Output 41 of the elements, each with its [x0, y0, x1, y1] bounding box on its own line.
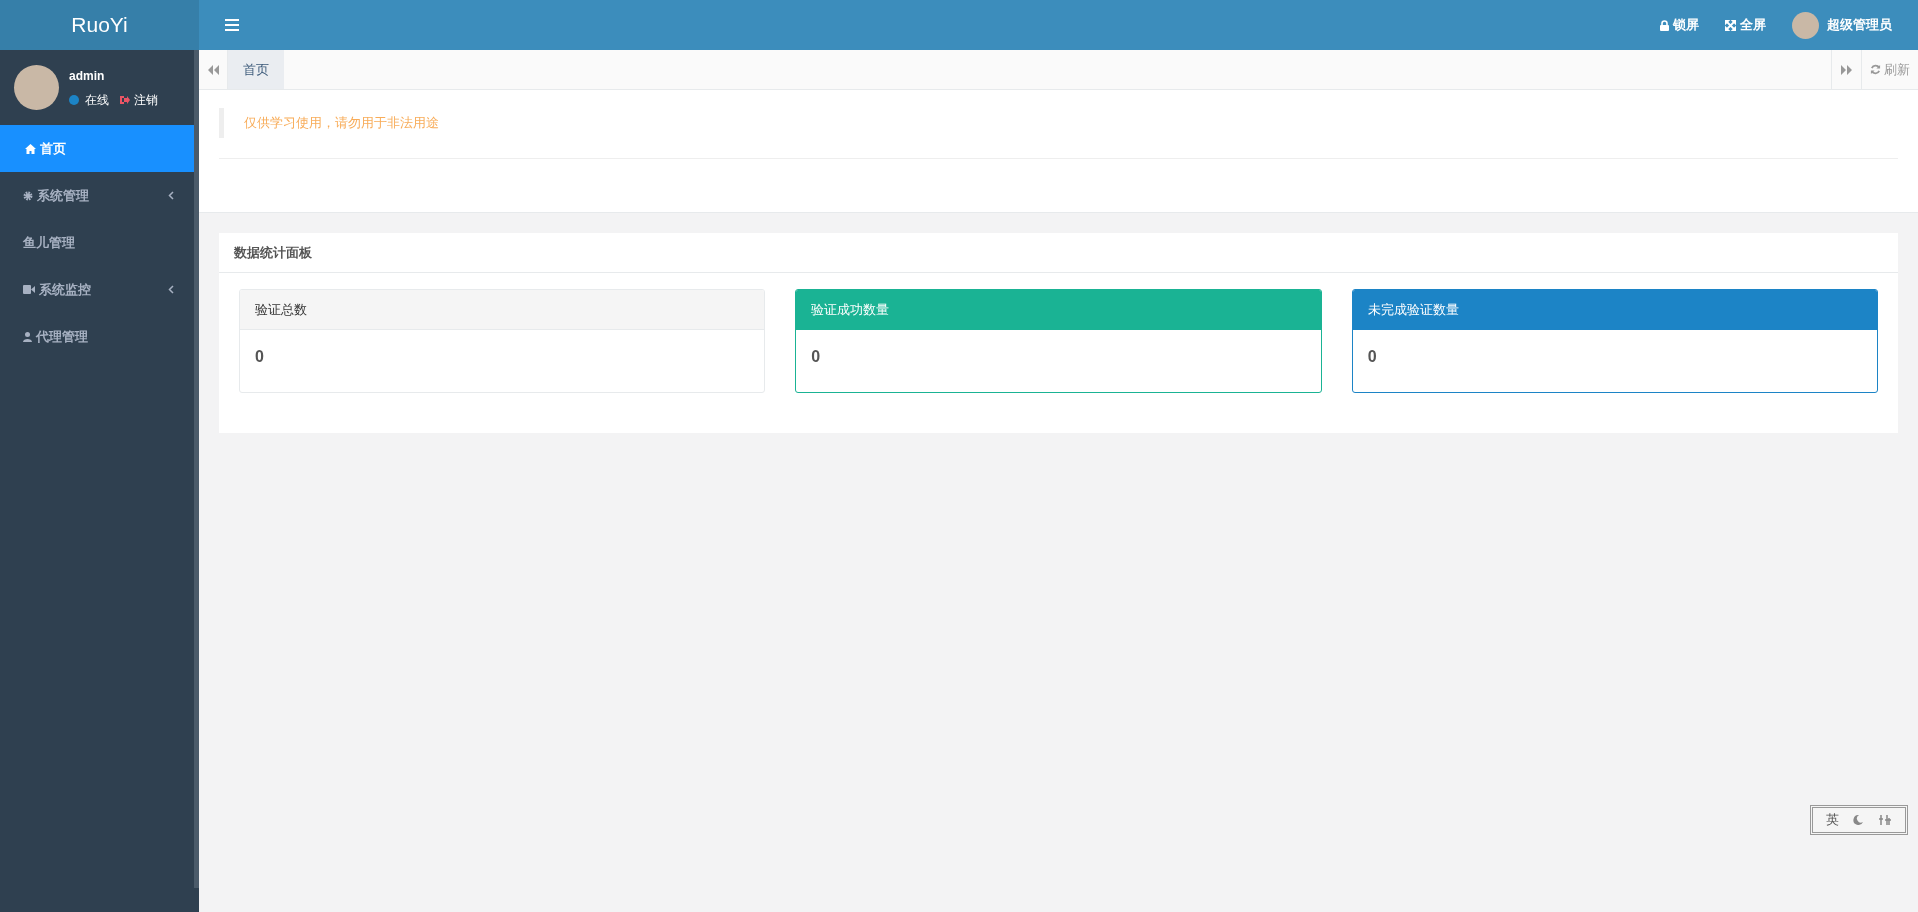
user-name: admin	[69, 67, 106, 85]
fullscreen-button[interactable]: 全屏	[1725, 15, 1766, 35]
home-icon	[25, 143, 36, 154]
card-title: 未完成验证数量	[1367, 301, 1459, 320]
refresh-button[interactable]: 刷新	[1861, 50, 1918, 89]
brand-logo[interactable]: RuoYi	[71, 9, 128, 41]
lock-icon	[1660, 19, 1669, 31]
menu-toggle[interactable]	[225, 19, 239, 31]
punctuation-icon	[1878, 814, 1893, 826]
avatar	[1792, 11, 1819, 39]
scrollbar[interactable]	[194, 50, 199, 888]
user-icon	[23, 331, 32, 342]
card-title: 验证成功数量	[811, 301, 890, 320]
sidebar-item[interactable]: 代理管理	[0, 313, 194, 360]
card-value: 0	[811, 348, 821, 365]
notice-text: 仅供学习使用，请勿用于非法用途	[244, 114, 439, 133]
expand-icon	[1725, 19, 1736, 31]
video-camera-icon	[23, 285, 35, 294]
online-status: 在线	[85, 91, 109, 109]
card-value: 0	[255, 348, 264, 365]
logout-link[interactable]: 注销	[119, 90, 158, 109]
page-tab[interactable]: 首页	[228, 50, 284, 89]
sidebar-item[interactable]: 系统管理	[0, 172, 194, 219]
lock-button[interactable]: 锁屏	[1660, 15, 1699, 35]
input-method-widget[interactable]: 英	[1810, 805, 1908, 835]
refresh-icon	[1870, 64, 1881, 75]
avatar	[14, 65, 59, 110]
ime-mode: 英	[1825, 811, 1839, 830]
card-title: 验证总数	[255, 300, 307, 319]
sidebar-item[interactable]: 首页	[0, 125, 194, 172]
sidebar-item[interactable]: 鱼儿管理	[0, 219, 194, 266]
sidebar-item[interactable]: 系统监控	[0, 266, 194, 313]
moon-icon	[1852, 814, 1865, 826]
double-right-arrow-icon	[1840, 64, 1853, 75]
logout-icon	[119, 94, 130, 105]
settings-icon	[23, 190, 33, 201]
menu-icon	[225, 19, 239, 31]
double-left-arrow-icon	[207, 64, 219, 75]
card-value: 0	[1367, 348, 1377, 365]
user-menu[interactable]: 超级管理员	[1792, 11, 1892, 39]
panel-title: 数据统计面板	[234, 243, 312, 262]
